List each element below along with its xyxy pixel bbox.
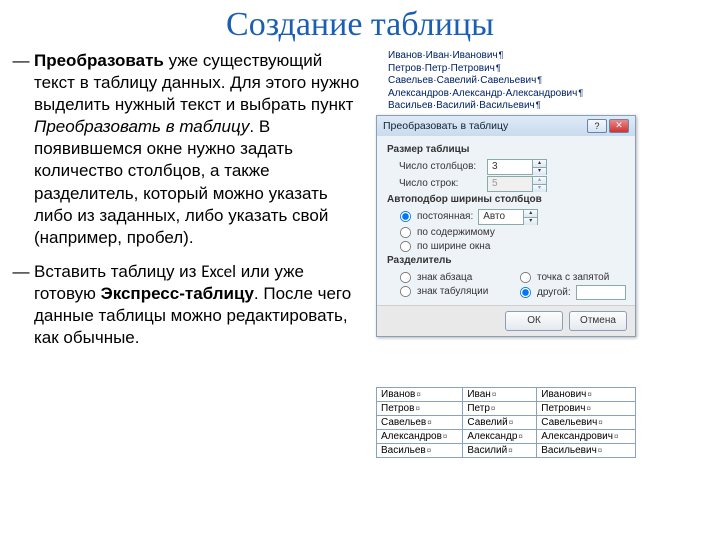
radio-paragraph[interactable]: знак абзаца [387,271,507,284]
other-separator-input[interactable] [576,285,626,300]
radio-tab-input[interactable] [400,285,411,296]
size-group-label: Размер таблицы [387,144,627,155]
spinner-icon[interactable]: ▴▾ [532,160,546,174]
fixed-width-input[interactable]: Авто ▴▾ [478,209,538,225]
bullet-dash: — [8,261,34,349]
radio-tab[interactable]: знак табуляции [387,285,507,298]
radio-window[interactable]: по ширине окна [387,240,627,253]
help-button[interactable]: ? [587,119,607,133]
bullet-2: Вставить таблицу из Excel или уже готову… [34,261,366,349]
table-row: СавельевСавелийСавельевич [377,415,636,429]
radio-other[interactable]: другой: [507,285,627,300]
rows-input: 5 ▴▾ [487,176,547,192]
cols-label: Число столбцов: [387,161,487,172]
radio-content-input[interactable] [400,226,411,237]
table-row: ПетровПетрПетрович [377,401,636,415]
table-row: ИвановИванИванович [377,387,636,401]
bullet-dash: — [8,50,34,249]
spinner-icon: ▴▾ [532,177,546,191]
radio-semicolon-input[interactable] [520,271,531,282]
dialog-titlebar: Преобразовать в таблицу ? ✕ [377,116,635,136]
radio-other-input[interactable] [520,286,531,297]
sample-names-block: Иванов·Иван·Иванович Петров·Петр·Петрови… [376,50,700,113]
spinner-icon[interactable]: ▴▾ [523,210,537,224]
radio-content[interactable]: по содержимому [387,226,627,239]
autofit-group-label: Автоподбор ширины столбцов [387,194,627,205]
ok-button[interactable]: ОК [505,311,563,331]
columns-input[interactable]: 3 ▴▾ [487,159,547,175]
rows-label: Число строк: [387,178,487,189]
dialog-title: Преобразовать в таблицу [383,120,508,132]
radio-window-input[interactable] [400,240,411,251]
table-row: АлександровАлександрАлександрович [377,429,636,443]
cancel-button[interactable]: Отмена [569,311,627,331]
radio-fixed-input[interactable] [400,211,411,222]
page-title: Создание таблицы [0,6,720,44]
radio-semicolon[interactable]: точка с запятой [507,271,627,284]
bullet-1: Преобразовать уже существующий текст в т… [34,50,366,249]
close-button[interactable]: ✕ [609,119,629,133]
result-table: ИвановИванИванович ПетровПетрПетрович Са… [376,387,636,458]
convert-to-table-dialog: Преобразовать в таблицу ? ✕ Размер табли… [376,115,636,337]
radio-fixed[interactable]: постоянная: Авто ▴▾ [387,209,627,225]
separator-group-label: Разделитель [387,255,627,266]
body-text: — Преобразовать уже существующий текст в… [0,50,370,458]
radio-paragraph-input[interactable] [400,271,411,282]
table-row: ВасильевВасилийВасильевич [377,443,636,457]
